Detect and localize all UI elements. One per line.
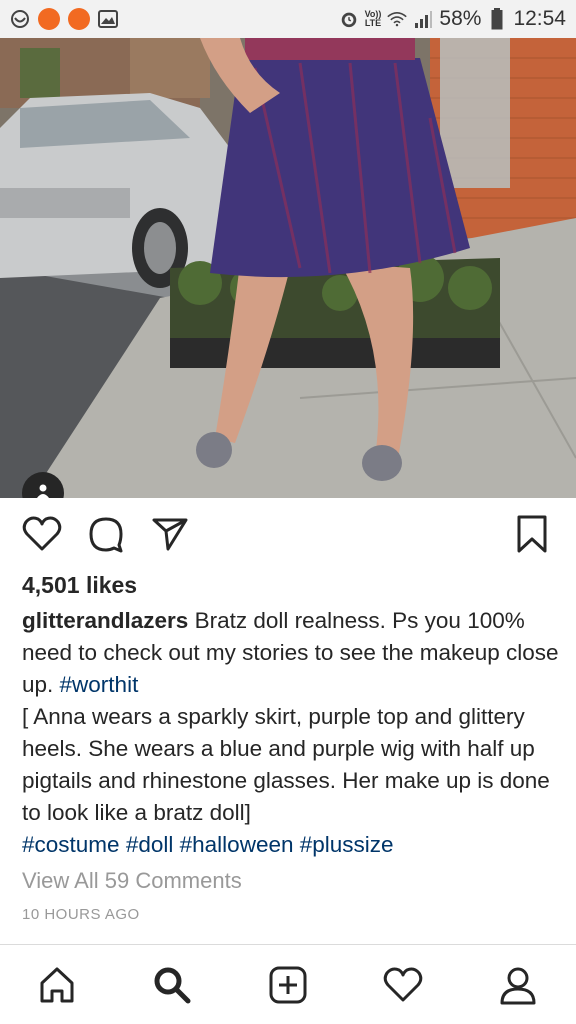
post-photo[interactable] <box>0 38 576 498</box>
bookmark-icon <box>516 514 548 559</box>
like-button[interactable] <box>20 514 64 558</box>
clock: 12:54 <box>513 7 566 30</box>
hashtag-link[interactable]: #costume <box>22 832 120 857</box>
home-icon <box>37 965 77 1010</box>
comment-icon <box>87 515 125 558</box>
heart-icon <box>22 516 62 557</box>
user-tag-icon <box>34 482 52 499</box>
signal-icon <box>413 9 433 29</box>
bottom-nav <box>0 944 576 1024</box>
nav-activity[interactable] <box>379 963 427 1011</box>
post-actions <box>0 508 576 564</box>
post-timestamp: 10 HOURS AGO <box>22 906 140 923</box>
nav-search[interactable] <box>148 963 196 1011</box>
activity-heart-icon <box>383 967 423 1008</box>
hashtag-link[interactable]: #doll <box>126 832 174 857</box>
nav-profile[interactable] <box>494 963 542 1011</box>
hashtag-link[interactable]: #halloween <box>180 832 294 857</box>
nav-new-post[interactable] <box>264 963 312 1011</box>
profile-icon <box>498 965 538 1010</box>
share-button[interactable] <box>148 514 192 558</box>
view-comments-link[interactable]: View All 59 Comments <box>22 868 242 894</box>
hashtag-link[interactable]: #worthit <box>60 672 139 697</box>
status-left <box>10 8 118 30</box>
like-count[interactable]: 4,501 likes <box>22 572 137 599</box>
battery-percent: 58% <box>439 7 482 30</box>
image-icon <box>98 9 118 29</box>
comment-button[interactable] <box>84 514 128 558</box>
nav-home[interactable] <box>33 963 81 1011</box>
alarm-icon <box>339 9 359 29</box>
post-photo-illustration <box>0 38 576 498</box>
lte-label: LTE <box>364 18 382 28</box>
hashtag-link[interactable]: #plussize <box>300 832 394 857</box>
add-post-icon <box>268 965 308 1010</box>
caption-description: [ Anna wears a sparkly skirt, purple top… <box>22 704 550 825</box>
status-right: Vo)) LTE 58% 12:54 <box>339 7 566 31</box>
sync-icon <box>10 9 30 29</box>
wifi-icon <box>387 9 408 29</box>
status-bar: Vo)) LTE 58% 12:54 <box>0 0 576 38</box>
post-caption: glitterandlazers Bratz doll realness. Ps… <box>22 605 562 861</box>
search-icon <box>152 965 192 1010</box>
battery-icon <box>487 8 507 30</box>
paper-plane-icon <box>151 515 189 558</box>
save-button[interactable] <box>510 514 554 558</box>
notification-dot-icon <box>38 8 60 30</box>
volte-indicator: Vo)) LTE <box>365 10 382 28</box>
caption-username[interactable]: glitterandlazers <box>22 608 188 633</box>
notification-dot-icon <box>68 8 90 30</box>
